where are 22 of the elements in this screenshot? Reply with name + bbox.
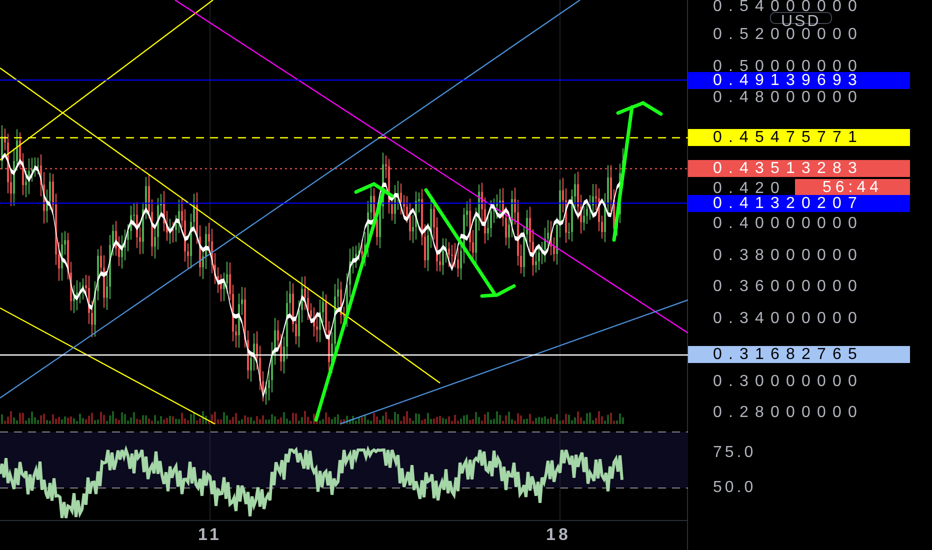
time-label: 18 [546, 525, 571, 545]
price-label: 0.420 [713, 180, 786, 196]
time-label: 11 [198, 525, 222, 545]
price-label: 0.54000000 [713, 0, 864, 15]
price-label: 0.50000000 [713, 58, 864, 74]
rsi-level-label: 50.0 [713, 479, 756, 497]
price-label: 0.38000000 [713, 246, 864, 264]
countdown-timer: 56:44 [795, 178, 910, 196]
price-label: 0.34000000 [713, 310, 864, 328]
price-tag: 0.45475771 [688, 129, 910, 146]
price-tag: 0.41320207 [688, 194, 910, 212]
price-tag: 0.31682765 [688, 346, 910, 364]
price-label: 0.30000000 [713, 372, 864, 390]
rsi-level-label: 75.0 [713, 444, 756, 462]
price-label: 0.48000000 [713, 89, 864, 107]
price-label: 0.36000000 [713, 278, 864, 296]
price-label: 0.40000000 [713, 215, 864, 233]
price-tag: 0.43513283 [688, 160, 910, 178]
price-label: 0.28000000 [713, 404, 864, 422]
price-label: 0.52000000 [713, 26, 864, 44]
currency-button[interactable]: USD [770, 12, 832, 24]
price-tag: 0.49139693 [688, 72, 910, 89]
